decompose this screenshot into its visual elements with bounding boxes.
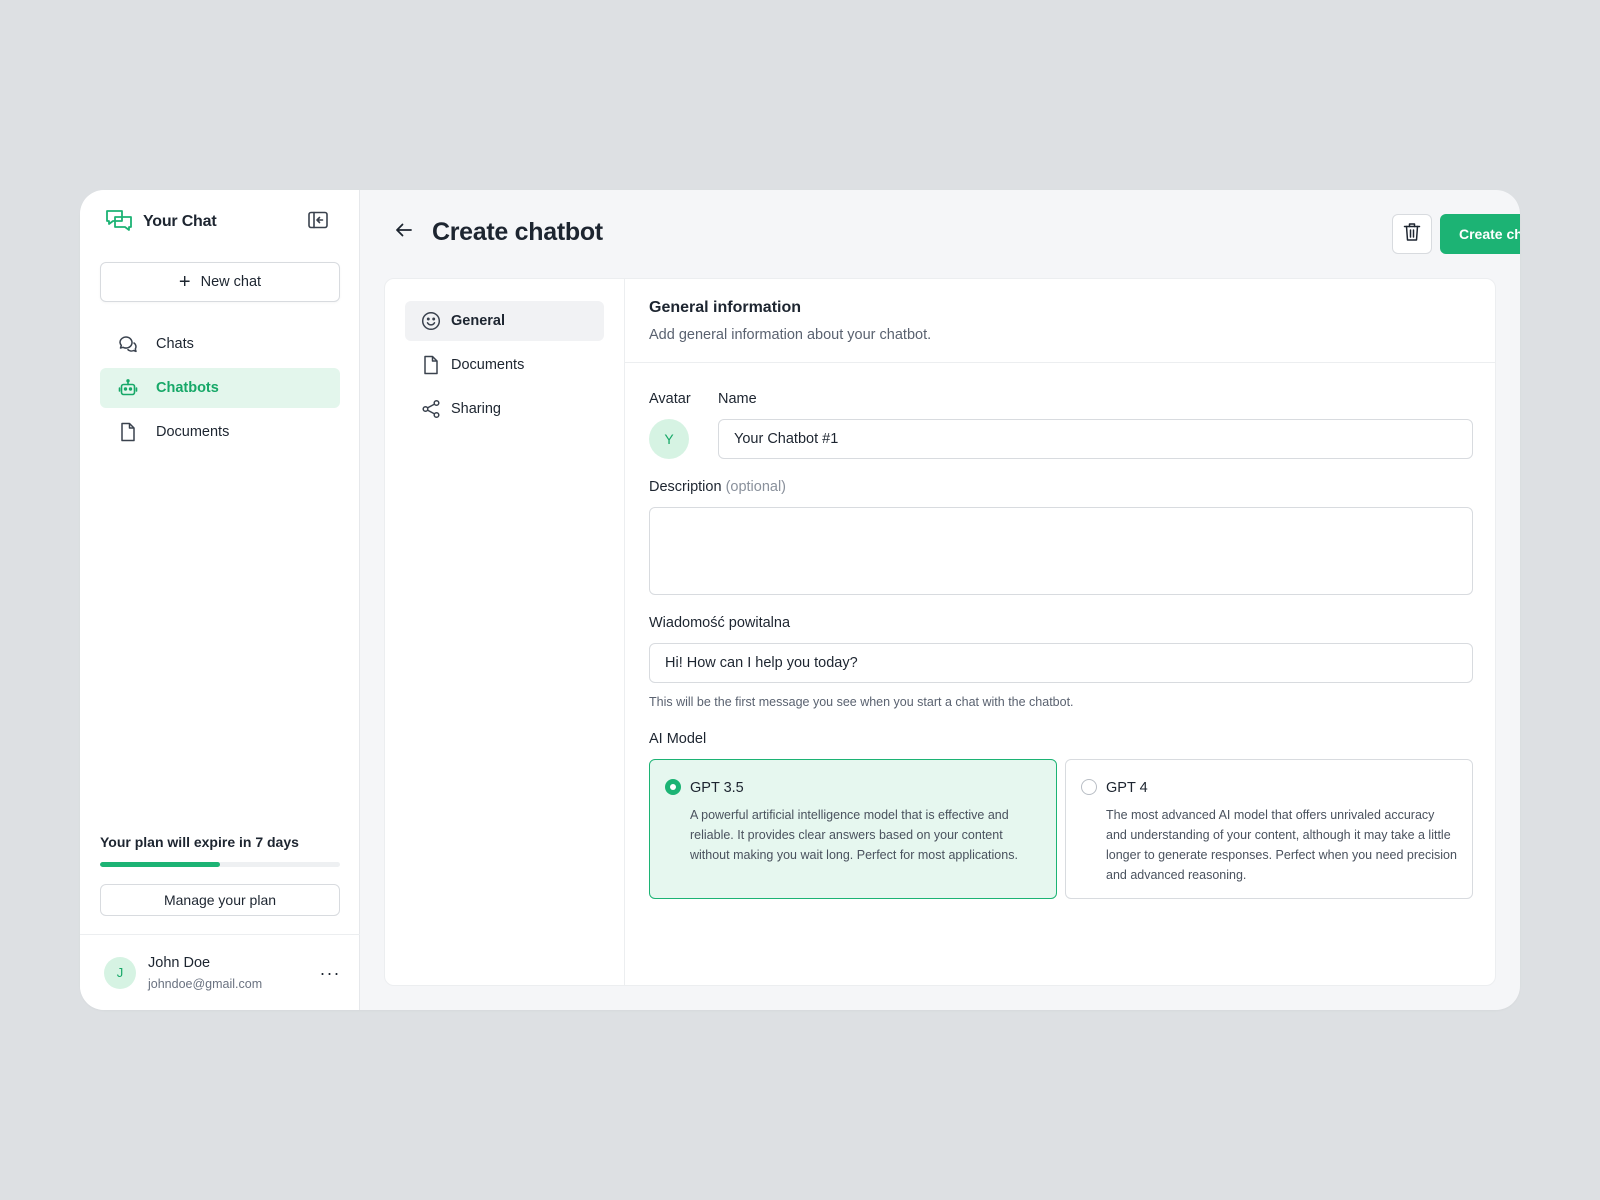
- chatbot-avatar[interactable]: Y: [649, 419, 689, 459]
- user-profile[interactable]: J John Doe johndoe@gmail.com ···: [80, 934, 360, 1010]
- new-chat-button[interactable]: + New chat: [100, 262, 340, 302]
- ai-model-label: AI Model: [649, 731, 707, 747]
- section-title: General information: [649, 299, 802, 316]
- plan-progress-fill: [100, 862, 220, 867]
- app-window: Your Chat + New chat Chats Chatbots Docu…: [80, 190, 1520, 1010]
- tab-label: Sharing: [451, 401, 501, 417]
- trash-icon: [1403, 222, 1421, 247]
- welcome-message-label: Wiadomość powitalna: [649, 615, 791, 631]
- back-button[interactable]: [394, 222, 414, 242]
- section-subtitle: Add general information about your chatb…: [649, 327, 932, 343]
- chats-icon: [118, 334, 138, 354]
- delete-button[interactable]: [1392, 214, 1432, 254]
- collapse-sidebar-button[interactable]: [306, 210, 330, 234]
- name-label: Name: [718, 391, 757, 407]
- plus-icon: +: [178, 271, 191, 293]
- description-label-text: Description: [649, 479, 722, 495]
- sidebar: Your Chat + New chat Chats Chatbots Docu…: [80, 190, 360, 1010]
- general-form: General information Add general informat…: [625, 279, 1495, 985]
- plan-progress-bar: [100, 862, 340, 867]
- document-icon: [421, 355, 441, 375]
- chat-logo-icon: [105, 208, 133, 237]
- create-chatbot-button[interactable]: Create chatbot: [1440, 214, 1520, 254]
- tab-label: Documents: [451, 357, 525, 373]
- model-option-gpt-4[interactable]: GPT 4 The most advanced AI model that of…: [1065, 759, 1473, 899]
- page-title: Create chatbot: [432, 218, 603, 246]
- new-chat-label: New chat: [200, 274, 262, 290]
- model-name: GPT 4: [1106, 780, 1148, 796]
- model-name: GPT 3.5: [690, 780, 744, 796]
- model-option-gpt-3-5[interactable]: GPT 3.5 A powerful artificial intelligen…: [649, 759, 1057, 899]
- sidebar-item-documents[interactable]: Documents: [100, 412, 340, 452]
- tab-general[interactable]: General: [405, 301, 604, 341]
- avatar-label: Avatar: [649, 391, 691, 407]
- plan-section: Your plan will expire in 7 days Manage y…: [100, 834, 340, 916]
- user-info: John Doe johndoe@gmail.com: [148, 955, 262, 991]
- radio-selected-icon[interactable]: [665, 779, 681, 795]
- settings-panel: General Documents Sharing General inform…: [384, 278, 1496, 986]
- sidebar-item-label: Chatbots: [156, 380, 219, 396]
- sidebar-item-label: Documents: [156, 424, 230, 440]
- name-input[interactable]: Your Chatbot #1: [718, 419, 1473, 459]
- user-email: johndoe@gmail.com: [148, 976, 263, 991]
- optional-hint: (optional): [725, 479, 787, 495]
- sidebar-nav: Chats Chatbots Documents: [100, 324, 340, 456]
- brand-name: Your Chat: [143, 213, 217, 230]
- main-area: Create chatbot Create chatbot: [360, 190, 1520, 1010]
- welcome-message-input[interactable]: Hi! How can I help you today?: [649, 643, 1473, 683]
- tab-documents[interactable]: Documents: [405, 345, 604, 385]
- radio-unselected-icon[interactable]: [1081, 779, 1097, 795]
- sidebar-item-chatbots[interactable]: Chatbots: [100, 368, 340, 408]
- description-textarea[interactable]: [649, 507, 1473, 595]
- more-options-icon[interactable]: ···: [318, 963, 342, 983]
- tab-sharing[interactable]: Sharing: [405, 389, 604, 429]
- avatar: J: [104, 956, 136, 989]
- section-header: General information Add general informat…: [625, 279, 1495, 363]
- share-icon: [421, 399, 441, 419]
- robot-icon: [118, 378, 138, 398]
- tab-label: General: [451, 313, 505, 329]
- sidebar-collapse-icon: [308, 211, 328, 234]
- settings-subnav: General Documents Sharing: [385, 279, 625, 985]
- description-label: Description (optional): [649, 479, 786, 495]
- user-name: John Doe: [148, 954, 211, 971]
- sidebar-item-chats[interactable]: Chats: [100, 324, 340, 364]
- manage-plan-button[interactable]: Manage your plan: [100, 884, 340, 916]
- welcome-message-hint: This will be the first message you see w…: [649, 695, 1074, 709]
- plan-expiry-text: Your plan will expire in 7 days: [100, 834, 299, 850]
- sidebar-item-label: Chats: [156, 336, 194, 352]
- brand[interactable]: Your Chat: [105, 208, 217, 237]
- document-icon: [118, 422, 138, 442]
- arrow-left-icon: [395, 222, 413, 243]
- smiley-icon: [421, 311, 441, 331]
- model-description: The most advanced AI model that offers u…: [1106, 808, 1457, 882]
- model-description: A powerful artificial intelligence model…: [690, 808, 1018, 862]
